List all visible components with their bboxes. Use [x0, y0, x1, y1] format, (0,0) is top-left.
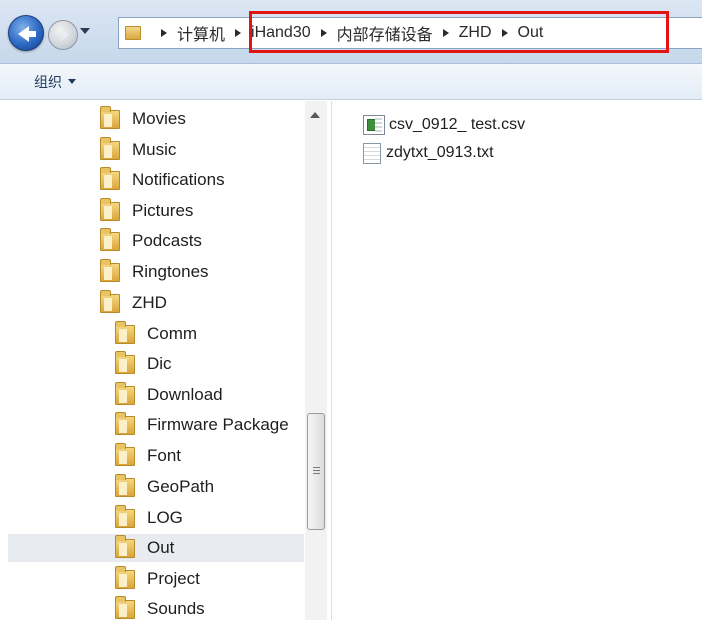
address-bar-area: 计算机 iHand30 内部存储设备 ZHD Out [0, 0, 702, 64]
tree-item-label: Pictures [132, 201, 194, 220]
scroll-up-arrow-icon[interactable] [310, 112, 320, 118]
folder-icon [100, 166, 120, 190]
scrollbar-thumb[interactable] [307, 413, 325, 530]
tree-item-label: Notifications [132, 170, 225, 189]
tree-item-label: Font [147, 446, 182, 465]
tree-item-label: Project [147, 569, 200, 588]
breadcrumb-ihand30[interactable]: iHand30 [251, 24, 311, 42]
tree-item-comm[interactable]: Comm [115, 320, 197, 348]
folder-icon [100, 258, 120, 282]
chevron-right-icon[interactable] [442, 29, 449, 37]
tree-item-download[interactable]: Download [115, 381, 223, 409]
tree-item-pictures[interactable]: Pictures [100, 197, 193, 225]
file-name: zdytxt_0913.txt [386, 144, 494, 161]
tree-item-notifications[interactable]: Notifications [100, 166, 225, 194]
tree-item-firmware-package[interactable]: Firmware Package [115, 411, 289, 439]
chevron-right-icon[interactable] [161, 29, 167, 37]
tree-item-label: Comm [147, 324, 198, 343]
folder-icon [115, 595, 135, 619]
file-item-txt[interactable]: zdytxt_0913.txt [363, 141, 494, 165]
breadcrumb-out[interactable]: Out [518, 24, 544, 42]
organize-menu-button[interactable]: 组织 [34, 72, 76, 92]
folder-icon [115, 320, 135, 344]
tree-item-log[interactable]: LOG [115, 504, 183, 532]
text-file-icon [363, 142, 381, 164]
tree-item-label: LOG [147, 508, 183, 527]
folder-icon [100, 227, 120, 251]
navigation-pane: Movies Music Notifications Pictures Podc… [0, 101, 332, 620]
tree-item-podcasts[interactable]: Podcasts [100, 227, 202, 255]
command-toolbar: 组织 [0, 64, 702, 100]
address-bar[interactable]: 计算机 iHand30 内部存储设备 ZHD Out [118, 17, 702, 49]
tree-item-label: Ringtones [132, 262, 209, 281]
chevron-right-icon[interactable] [501, 29, 508, 37]
tree-item-movies[interactable]: Movies [100, 105, 186, 133]
folder-icon [115, 381, 135, 405]
tree-item-font[interactable]: Font [115, 442, 181, 470]
tree-item-music[interactable]: Music [100, 136, 176, 164]
folder-icon [115, 565, 135, 589]
organize-label: 组织 [34, 73, 62, 90]
folder-icon [115, 350, 135, 374]
tree-item-out[interactable]: Out [8, 534, 304, 562]
tree-item-label: Dic [147, 354, 172, 373]
forward-arrow-icon[interactable] [48, 20, 78, 50]
folder-icon [115, 473, 135, 497]
grip-line [313, 467, 320, 468]
folder-icon [125, 26, 141, 40]
tree-item-label: GeoPath [147, 477, 215, 496]
folder-icon [115, 411, 135, 435]
tree-item-label: Download [147, 385, 223, 404]
folder-open-icon [100, 289, 120, 313]
folder-icon [100, 105, 120, 129]
file-list-pane: csv_0912_ test.csv zdytxt_0913.txt [333, 101, 702, 620]
breadcrumb-zhd[interactable]: ZHD [459, 24, 492, 42]
file-name: csv_0912_ test.csv [389, 116, 526, 133]
tree-item-ringtones[interactable]: Ringtones [100, 258, 209, 286]
tree-item-dic[interactable]: Dic [115, 350, 172, 378]
tree-item-label: ZHD [132, 293, 167, 312]
tree-item-sounds[interactable]: Sounds [115, 595, 205, 620]
back-arrow-icon[interactable] [8, 15, 44, 51]
folder-icon [115, 442, 135, 466]
folder-icon [100, 136, 120, 160]
tree-item-project[interactable]: Project [115, 565, 200, 593]
grip-line [313, 473, 320, 474]
tree-item-zhd[interactable]: ZHD [100, 289, 167, 317]
breadcrumb-computer[interactable]: 计算机 [177, 21, 225, 45]
tree-item-label: Sounds [147, 599, 205, 618]
tree-item-label: Out [147, 538, 175, 557]
recent-pages-dropdown-icon[interactable] [80, 28, 90, 34]
tree-item-label: Movies [132, 109, 186, 128]
folder-icon [115, 534, 135, 558]
grip-line [313, 470, 320, 471]
tree-item-label: Podcasts [132, 231, 202, 250]
vertical-scrollbar[interactable] [305, 101, 327, 620]
folder-icon [100, 197, 120, 221]
tree-item-label: Music [132, 140, 177, 159]
breadcrumb-internal-storage[interactable]: 内部存储设备 [337, 21, 433, 45]
tree-item-label: Firmware Package [147, 415, 289, 434]
file-item-csv[interactable]: csv_0912_ test.csv [363, 113, 525, 137]
folder-icon [115, 504, 135, 528]
excel-csv-file-icon [363, 115, 385, 135]
chevron-right-icon[interactable] [235, 29, 242, 37]
chevron-down-icon [68, 79, 76, 84]
chevron-right-icon[interactable] [320, 29, 327, 37]
tree-item-geopath[interactable]: GeoPath [115, 473, 214, 501]
